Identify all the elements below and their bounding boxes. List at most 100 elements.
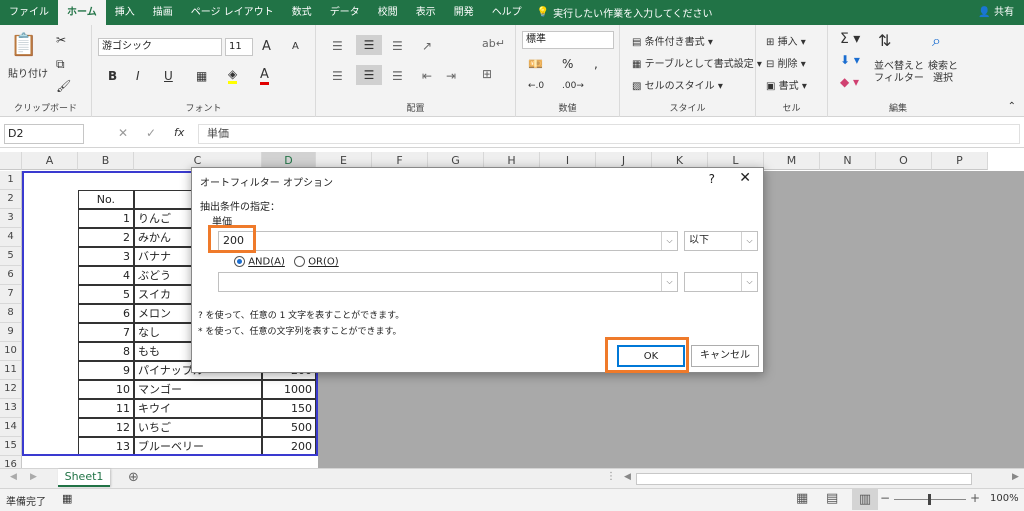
format-cells-button[interactable]: ▣ 書式 ▾ [766, 77, 807, 92]
align-right-icon[interactable]: ☰ [392, 69, 403, 83]
font-color-icon[interactable]: A [260, 67, 269, 85]
tab-review[interactable]: 校閲 [369, 0, 407, 25]
align-center-icon[interactable]: ☰ [356, 65, 382, 85]
increase-decimal-icon[interactable]: ←.0 [528, 81, 544, 91]
border-icon[interactable]: ▦ [196, 69, 207, 83]
select-all-corner[interactable] [0, 152, 22, 170]
macro-record-icon[interactable]: ▦ [62, 492, 72, 505]
hscroll-left-icon[interactable]: ◀ [624, 472, 631, 482]
table-row-no[interactable]: 12 [78, 418, 134, 437]
row-header[interactable]: 13 [0, 399, 22, 418]
percent-icon[interactable]: % [562, 57, 573, 71]
table-row-price[interactable]: 200 [262, 437, 316, 456]
column-header-n[interactable]: N [820, 152, 876, 170]
table-row-no[interactable]: 4 [78, 266, 134, 285]
row-header[interactable]: 16 [0, 456, 22, 468]
sheet-tab-sheet1[interactable]: Sheet1 [58, 469, 110, 487]
tab-draw[interactable]: 描画 [144, 0, 182, 25]
page-break-view-icon[interactable]: ▥ [852, 489, 878, 510]
bold-button[interactable]: B [108, 69, 117, 83]
add-sheet-icon[interactable]: ⊕ [128, 470, 139, 485]
cancel-icon[interactable]: ✕ [118, 126, 128, 140]
tab-view[interactable]: 表示 [407, 0, 445, 25]
zoom-in-icon[interactable]: + [970, 491, 980, 505]
tab-formulas[interactable]: 数式 [283, 0, 321, 25]
autosum-icon[interactable]: Σ ▾ [840, 31, 860, 47]
row-header[interactable]: 3 [0, 209, 22, 228]
row-header[interactable]: 12 [0, 380, 22, 399]
table-row-no[interactable]: 11 [78, 399, 134, 418]
row-header[interactable]: 2 [0, 190, 22, 209]
clear-icon[interactable]: ◆ ▾ [840, 75, 859, 89]
insert-cells-button[interactable]: ⊞ 挿入 ▾ [766, 33, 806, 48]
fill-color-icon[interactable]: ◈ [228, 67, 238, 84]
table-row-no[interactable]: 5 [78, 285, 134, 304]
row-header[interactable]: 5 [0, 247, 22, 266]
paste-button[interactable]: 貼り付け [8, 65, 48, 80]
row-header[interactable]: 4 [0, 228, 22, 247]
italic-button[interactable]: I [136, 69, 140, 83]
align-middle-icon[interactable]: ☰ [356, 35, 382, 55]
format-painter-icon[interactable]: 🖌 [56, 79, 71, 93]
page-layout-view-icon[interactable]: ▤ [826, 491, 838, 506]
conditional-format-button[interactable]: ▤ 条件付き書式 ▾ [632, 33, 713, 48]
formula-input[interactable]: 単価 [198, 124, 1020, 144]
fill-icon[interactable]: ⬇ ▾ [840, 53, 860, 67]
tab-home[interactable]: ホーム [58, 0, 106, 25]
column-header-m[interactable]: M [764, 152, 820, 170]
table-row-no[interactable]: 10 [78, 380, 134, 399]
header-no-cell[interactable]: No. [78, 190, 134, 209]
merge-center-icon[interactable]: ⊞ [482, 67, 492, 81]
and-radio[interactable]: AND(A) [234, 256, 285, 268]
table-row-no[interactable]: 8 [78, 342, 134, 361]
decrease-decimal-icon[interactable]: .00→ [562, 81, 584, 91]
increase-indent-icon[interactable]: ⇥ [446, 69, 456, 83]
table-row-name[interactable]: マンゴー [134, 380, 262, 399]
format-as-table-button[interactable]: ▦ テーブルとして書式設定 ▾ [632, 55, 762, 70]
insert-function-button[interactable]: fx [174, 126, 184, 139]
sort-filter-button[interactable]: 並べ替えと フィルター [874, 61, 924, 85]
font-size-select[interactable]: 11 [225, 38, 253, 56]
horizontal-scrollbar[interactable] [636, 473, 972, 485]
table-row-no[interactable]: 1 [78, 209, 134, 228]
normal-view-icon[interactable]: ▦ [796, 491, 808, 506]
row-header[interactable]: 7 [0, 285, 22, 304]
grow-font-button[interactable]: A [262, 39, 271, 54]
number-format-select[interactable]: 標準 [522, 31, 614, 49]
row-header[interactable]: 9 [0, 323, 22, 342]
paste-icon[interactable]: 📋 [10, 33, 37, 58]
table-row-no[interactable]: 7 [78, 323, 134, 342]
table-row-name[interactable]: ブルーベリー [134, 437, 262, 456]
criteria-value-1[interactable]: 200 ⌵ [218, 231, 678, 251]
underline-button[interactable]: U [164, 69, 173, 83]
table-row-no[interactable]: 3 [78, 247, 134, 266]
operator-select-2[interactable]: ⌵ [684, 272, 758, 292]
row-header[interactable]: 11 [0, 361, 22, 380]
tab-page-layout[interactable]: ページ レイアウト [182, 0, 283, 25]
or-radio[interactable]: OR(O) [294, 256, 339, 268]
column-header-b[interactable]: B [78, 152, 134, 170]
search-icon[interactable]: ⌕ [932, 31, 941, 51]
comma-icon[interactable]: , [594, 57, 598, 71]
name-box[interactable]: D2 [4, 124, 84, 144]
font-name-select[interactable]: 游ゴシック [98, 38, 222, 56]
scroll-right-icon[interactable]: ▶ [30, 472, 37, 482]
sort-filter-icon[interactable]: ⇅ [878, 31, 891, 50]
table-row-no[interactable]: 13 [78, 437, 134, 456]
table-row-no[interactable]: 6 [78, 304, 134, 323]
chevron-down-icon[interactable]: ⌵ [741, 273, 757, 291]
scroll-left-icon[interactable]: ◀ [10, 472, 17, 482]
cell-styles-button[interactable]: ▧ セルのスタイル ▾ [632, 77, 723, 92]
table-row-no[interactable]: 2 [78, 228, 134, 247]
column-header-p[interactable]: P [932, 152, 988, 170]
chevron-down-icon[interactable]: ⌵ [741, 232, 757, 250]
tab-data[interactable]: データ [321, 0, 369, 25]
tab-developer[interactable]: 開発 [445, 0, 483, 25]
align-bottom-icon[interactable]: ☰ [392, 39, 403, 53]
criteria-value-2[interactable]: ⌵ [218, 272, 678, 292]
table-row-no[interactable]: 9 [78, 361, 134, 380]
align-left-icon[interactable]: ☰ [332, 69, 343, 83]
currency-icon[interactable]: 💴 [528, 57, 543, 71]
zoom-slider-thumb[interactable] [928, 494, 931, 505]
chevron-down-icon[interactable]: ⌵ [661, 232, 677, 250]
